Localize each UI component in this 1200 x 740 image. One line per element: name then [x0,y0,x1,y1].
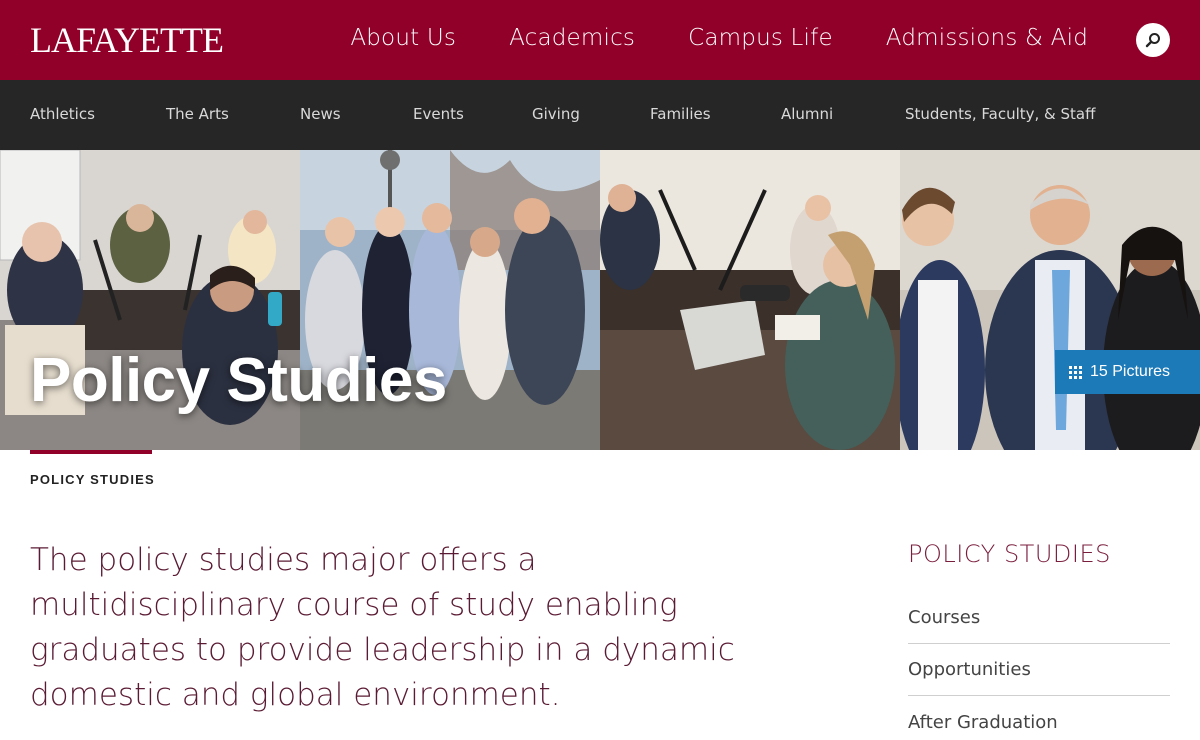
nav-admissions-aid[interactable]: Admissions & Aid [886,24,1088,52]
page-title: Policy Studies [30,346,447,415]
search-icon [1145,33,1160,48]
sidebar-link-after-graduation[interactable]: After Graduation [908,712,1058,733]
site-header: LAFAYETTE About Us Academics Campus Life… [0,0,1200,80]
hero-photo-3 [600,150,900,450]
subnav-events[interactable]: Events [413,104,464,124]
site-logo[interactable]: LAFAYETTE [30,22,224,58]
secondary-nav: Athletics The Arts News Events Giving Fa… [0,80,1200,150]
subnav-news[interactable]: News [300,104,341,124]
photo-gallery-button[interactable]: 15 Pictures [1055,350,1200,394]
subnav-giving[interactable]: Giving [532,104,580,124]
sidebar-item-opportunities: Opportunities [908,644,1170,696]
sidebar-item-courses: Courses [908,592,1170,644]
search-button[interactable] [1136,23,1170,57]
nav-academics[interactable]: Academics [509,24,635,52]
sidebar-menu: Courses Opportunities After Graduation [908,592,1170,740]
subnav-athletics[interactable]: Athletics [30,104,95,124]
subnav-alumni[interactable]: Alumni [781,104,833,124]
breadcrumb[interactable]: POLICY STUDIES [30,472,155,487]
nav-campus-life[interactable]: Campus Life [688,24,833,52]
hero-banner: Policy Studies 15 Pictures [0,150,1200,450]
nav-about-us[interactable]: About Us [350,24,456,52]
sidebar-item-after-graduation: After Graduation [908,696,1170,740]
sidebar-title[interactable]: POLICY STUDIES [908,540,1111,568]
sidebar-link-opportunities[interactable]: Opportunities [908,659,1031,680]
intro-paragraph: The policy studies major offers a multid… [30,542,735,713]
breadcrumb-accent [30,450,152,454]
hero-photo-4 [900,150,1200,450]
grid-icon [1069,365,1082,379]
gallery-button-label: 15 Pictures [1090,363,1171,380]
sidebar-link-courses[interactable]: Courses [908,607,980,628]
subnav-the-arts[interactable]: The Arts [166,104,229,124]
subnav-families[interactable]: Families [650,104,711,124]
primary-nav: About Us Academics Campus Life Admission… [350,24,1088,52]
subnav-students-faculty-staff[interactable]: Students, Faculty, & Staff [905,104,1095,124]
